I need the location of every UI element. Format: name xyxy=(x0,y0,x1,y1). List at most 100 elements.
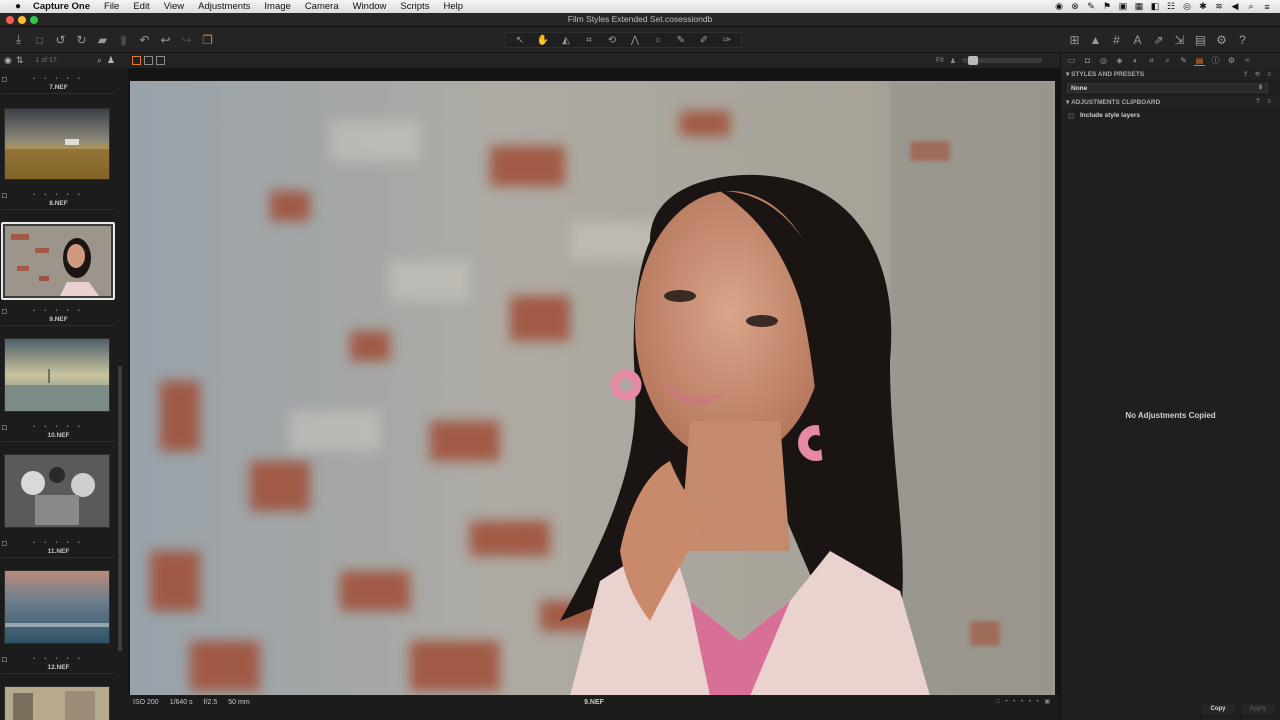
browser-scrollbar[interactable] xyxy=(118,366,122,651)
text-overlay-icon[interactable]: A xyxy=(1129,31,1146,48)
metadata-tab-icon[interactable]: ⓘ xyxy=(1210,55,1221,66)
single-view-icon[interactable] xyxy=(144,56,153,65)
tool-header-controls[interactable]: ? ≡ xyxy=(1256,99,1274,105)
thumbnail-image[interactable] xyxy=(4,570,110,644)
thumbnail-image[interactable] xyxy=(4,338,110,412)
crop-icon[interactable]: ⌗ xyxy=(581,33,597,47)
star-rating[interactable]: • • • • • xyxy=(2,308,115,316)
reset-icon[interactable]: ↶ xyxy=(136,31,153,48)
menu-adjustments[interactable]: Adjustments xyxy=(191,0,257,13)
move-to-folder-icon[interactable]: ▰ xyxy=(94,31,111,48)
zoom-slider[interactable] xyxy=(962,56,1042,65)
status-icon[interactable]: ▣ xyxy=(1118,1,1128,12)
exposure-tab-icon[interactable]: ◐ xyxy=(1130,55,1141,66)
thumbnail-item[interactable]: • • • • • 11.NEF xyxy=(2,540,115,558)
status-icon[interactable]: ◧ xyxy=(1150,1,1160,12)
variants-icon[interactable]: ❐ xyxy=(199,31,216,48)
multi-view-icon[interactable] xyxy=(132,56,141,65)
star-rating[interactable]: • • • • • xyxy=(2,656,115,664)
apple-menu-icon[interactable]: ● xyxy=(11,1,25,12)
thumbnail-item[interactable]: • • • • • 12.NEF xyxy=(2,656,115,674)
zoom-slider-thumb[interactable] xyxy=(968,56,978,65)
color-tab-icon[interactable]: ◈ xyxy=(1114,55,1125,66)
search-icon[interactable]: ⌕ xyxy=(97,55,102,66)
menu-app[interactable]: Capture One xyxy=(25,0,97,13)
status-icon[interactable]: ◎ xyxy=(1182,1,1192,12)
output-tab-icon[interactable]: ⚙ xyxy=(1226,55,1237,66)
thumbnail-image[interactable] xyxy=(4,108,110,180)
redo-icon[interactable]: ↪ xyxy=(178,31,195,48)
apply-button[interactable]: Apply xyxy=(1241,704,1275,714)
status-icon[interactable]: ⊗ xyxy=(1070,1,1080,12)
local-adjustments-tab-icon[interactable]: ✎ xyxy=(1178,55,1189,66)
adjustments-tab-icon[interactable]: ▤ xyxy=(1194,55,1205,66)
thumbnail-item[interactable]: • • • • • 7.NEF xyxy=(2,76,115,94)
star-rating[interactable]: • • • • • xyxy=(2,76,115,84)
viewer-rating[interactable]: □ • • • • • ▣ xyxy=(996,698,1052,705)
rotate-left-icon[interactable]: ↺ xyxy=(52,31,69,48)
lens-tab-icon[interactable]: ◎ xyxy=(1098,55,1109,66)
volume-icon[interactable]: ◀ xyxy=(1230,1,1240,12)
main-photo[interactable] xyxy=(130,81,1055,696)
status-icon[interactable]: ✱ xyxy=(1198,1,1208,12)
menu-help[interactable]: Help xyxy=(436,0,470,13)
styles-select[interactable]: None ⇕ xyxy=(1067,83,1268,93)
star-rating[interactable]: • • • • • xyxy=(2,540,115,548)
brush-icon[interactable]: ✎ xyxy=(673,33,689,47)
import-icon[interactable]: ⤓ xyxy=(10,31,27,48)
composition-tab-icon[interactable]: ⌗ xyxy=(1146,55,1157,66)
menu-camera[interactable]: Camera xyxy=(298,0,346,13)
exposure-warning-icon[interactable]: ▲ xyxy=(1087,31,1104,48)
search-icon[interactable]: ⌕ xyxy=(1246,1,1256,12)
color-picker-icon[interactable]: ✐ xyxy=(696,33,712,47)
status-icon[interactable]: ✎ xyxy=(1086,1,1096,12)
compare-view-icon[interactable] xyxy=(156,56,165,65)
menu-image[interactable]: Image xyxy=(257,0,297,13)
thumbnail-image[interactable] xyxy=(4,454,110,528)
library-tab-icon[interactable]: ▭ xyxy=(1066,55,1077,66)
select-cursor-icon[interactable]: ↖ xyxy=(512,33,528,47)
eye-icon[interactable]: ◉ xyxy=(4,55,12,66)
select-checkbox[interactable] xyxy=(2,425,7,430)
list-icon[interactable]: ≡ xyxy=(1262,2,1272,12)
include-style-layers-row[interactable]: Include style layers xyxy=(1061,112,1280,119)
select-checkbox[interactable] xyxy=(2,77,7,82)
include-style-layers-checkbox[interactable] xyxy=(1068,112,1074,119)
tool-header-controls[interactable]: ? ⟲ ≡ xyxy=(1243,71,1274,78)
thumbnail-item[interactable]: • • • • • 10.NEF xyxy=(2,424,115,442)
rotate-tool-icon[interactable]: ⟲ xyxy=(604,33,620,47)
thumbnail-item[interactable]: • • • • • 9.NEF xyxy=(2,308,115,326)
menu-scripts[interactable]: Scripts xyxy=(393,0,436,13)
menu-view[interactable]: View xyxy=(157,0,191,13)
menu-edit[interactable]: Edit xyxy=(126,0,156,13)
copy-apply-icon[interactable]: ✑ xyxy=(719,33,735,47)
copy-button[interactable]: Copy xyxy=(1201,704,1235,714)
sort-icon[interactable]: ⇅ xyxy=(16,55,24,66)
trash-icon[interactable]: ▮ xyxy=(115,31,132,48)
select-checkbox[interactable] xyxy=(2,541,7,546)
zoom-out-icon[interactable]: ♟ xyxy=(950,57,956,65)
wifi-icon[interactable]: ≋ xyxy=(1214,1,1224,12)
thumbnail-item[interactable]: • • • • • 8.NEF xyxy=(2,192,115,210)
zoom-cursor-icon[interactable]: ◭ xyxy=(558,33,574,47)
gear-icon[interactable]: ⚙ xyxy=(1213,31,1230,48)
select-checkbox[interactable] xyxy=(2,309,7,314)
thumbnail-image-selected[interactable] xyxy=(1,222,115,300)
process-icon[interactable]: ⇲ xyxy=(1171,31,1188,48)
grid-view-icon[interactable]: ⊞ xyxy=(1066,31,1083,48)
status-icon[interactable]: ⚑ xyxy=(1102,1,1112,12)
styles-presets-header[interactable]: ▾ STYLES AND PRESETS ? ⟲ ≡ xyxy=(1061,68,1280,80)
thumbnail-image[interactable] xyxy=(4,686,110,720)
grid-overlay-icon[interactable]: # xyxy=(1108,31,1125,48)
help-icon[interactable]: ? xyxy=(1234,31,1251,48)
pan-hand-icon[interactable]: ✋ xyxy=(535,33,551,47)
user-filter-icon[interactable]: ♟ xyxy=(107,55,115,66)
rotate-right-icon[interactable]: ↻ xyxy=(73,31,90,48)
camera-icon[interactable]: ◘ xyxy=(31,31,48,48)
capture-tab-icon[interactable]: ◘ xyxy=(1082,55,1093,66)
spot-removal-icon[interactable]: ○ xyxy=(650,33,666,47)
status-icon[interactable]: ▦ xyxy=(1134,1,1144,12)
print-icon[interactable]: ▤ xyxy=(1192,31,1209,48)
details-tab-icon[interactable]: ⌕ xyxy=(1162,55,1173,66)
undo-icon[interactable]: ↩ xyxy=(157,31,174,48)
